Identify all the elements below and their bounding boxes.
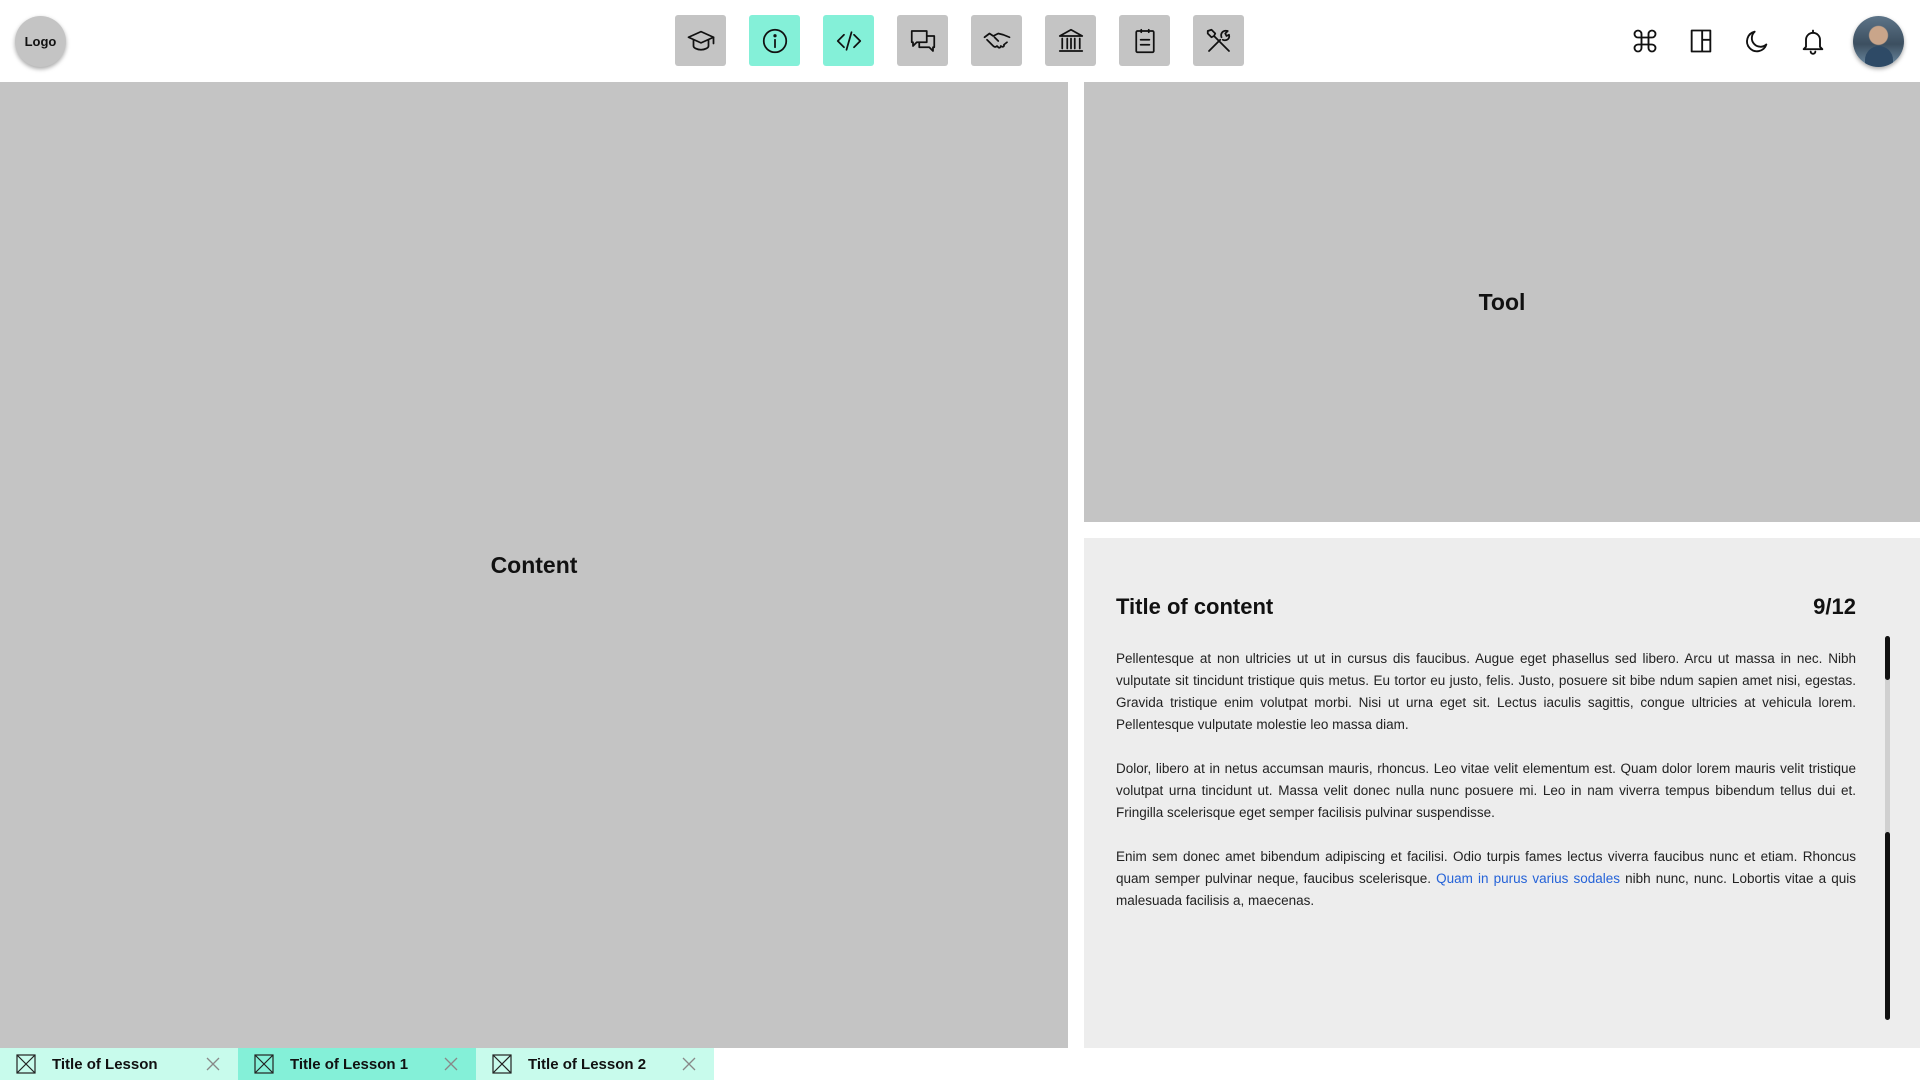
nav-library-button[interactable] bbox=[1045, 15, 1096, 66]
scrollbar-segment[interactable] bbox=[1885, 636, 1890, 680]
layout-icon bbox=[1690, 29, 1712, 53]
lesson-tab-title: Title of Lesson 2 bbox=[528, 1055, 647, 1073]
nav-tools-button[interactable] bbox=[1193, 15, 1244, 66]
reader-panel: Title of content 9/12 Pellentesque at no… bbox=[1084, 538, 1920, 1048]
close-icon[interactable] bbox=[206, 1057, 220, 1071]
lesson-tab-active[interactable]: Title of Lesson 1 bbox=[238, 1048, 476, 1080]
lesson-tabs: Title of Lesson Title of Lesson 1 Title … bbox=[0, 1048, 714, 1080]
command-button[interactable] bbox=[1631, 27, 1659, 55]
graduation-cap-icon bbox=[687, 30, 714, 51]
command-icon bbox=[1633, 29, 1657, 53]
dark-mode-toggle[interactable] bbox=[1743, 27, 1771, 55]
image-placeholder-icon bbox=[16, 1054, 36, 1074]
code-icon bbox=[836, 30, 861, 51]
lesson-tab[interactable]: Title of Lesson 2 bbox=[476, 1048, 714, 1080]
nav-notes-button[interactable] bbox=[1119, 15, 1170, 66]
moon-icon bbox=[1746, 30, 1768, 53]
image-placeholder-icon bbox=[492, 1054, 512, 1074]
library-icon bbox=[1058, 28, 1083, 52]
close-icon[interactable] bbox=[682, 1057, 696, 1071]
info-icon bbox=[762, 28, 787, 53]
content-panel: Content bbox=[0, 82, 1068, 1048]
page-counter: 9/12 bbox=[1813, 594, 1856, 619]
nav-courses-button[interactable] bbox=[675, 15, 726, 66]
scrollbar[interactable] bbox=[1885, 636, 1890, 1020]
clipboard-icon bbox=[1134, 28, 1155, 53]
reader-body: Pellentesque at non ultricies ut ut in c… bbox=[1116, 648, 1856, 934]
content-panel-label: Content bbox=[490, 551, 578, 578]
top-bar: Logo bbox=[0, 0, 1920, 82]
tool-panel-label: Tool bbox=[1478, 288, 1526, 315]
nav-chat-button[interactable] bbox=[897, 15, 948, 66]
paragraph: Enim sem donec amet bibendum adipiscing … bbox=[1116, 846, 1856, 912]
paragraph: Pellentesque at non ultricies ut ut in c… bbox=[1116, 651, 1856, 732]
main-nav bbox=[675, 15, 1244, 67]
chat-icon bbox=[910, 29, 935, 52]
inline-link[interactable]: Quam in purus varius sodales bbox=[1436, 871, 1620, 886]
tools-icon bbox=[1206, 28, 1230, 52]
handshake-icon bbox=[983, 32, 1010, 49]
nav-info-button[interactable] bbox=[749, 15, 800, 66]
paragraph: Dolor, libero at in netus accumsan mauri… bbox=[1116, 761, 1856, 820]
logo[interactable]: Logo bbox=[15, 16, 66, 67]
layout-button[interactable] bbox=[1687, 27, 1715, 55]
lesson-tab-title: Title of Lesson bbox=[52, 1055, 158, 1073]
lesson-tab[interactable]: Title of Lesson bbox=[0, 1048, 238, 1080]
nav-partnership-button[interactable] bbox=[971, 15, 1022, 66]
scrollbar-thumb[interactable] bbox=[1885, 832, 1890, 1020]
nav-code-button[interactable] bbox=[823, 15, 874, 66]
header-tools bbox=[1603, 14, 1920, 68]
lesson-tab-title: Title of Lesson 1 bbox=[290, 1055, 409, 1073]
notifications-button[interactable] bbox=[1799, 27, 1827, 55]
reader-title: Title of content bbox=[1116, 594, 1274, 619]
image-placeholder-icon bbox=[254, 1054, 274, 1074]
bell-icon bbox=[1802, 29, 1824, 55]
close-icon[interactable] bbox=[444, 1057, 458, 1071]
avatar[interactable] bbox=[1853, 15, 1904, 67]
tool-panel: Tool bbox=[1084, 82, 1920, 522]
